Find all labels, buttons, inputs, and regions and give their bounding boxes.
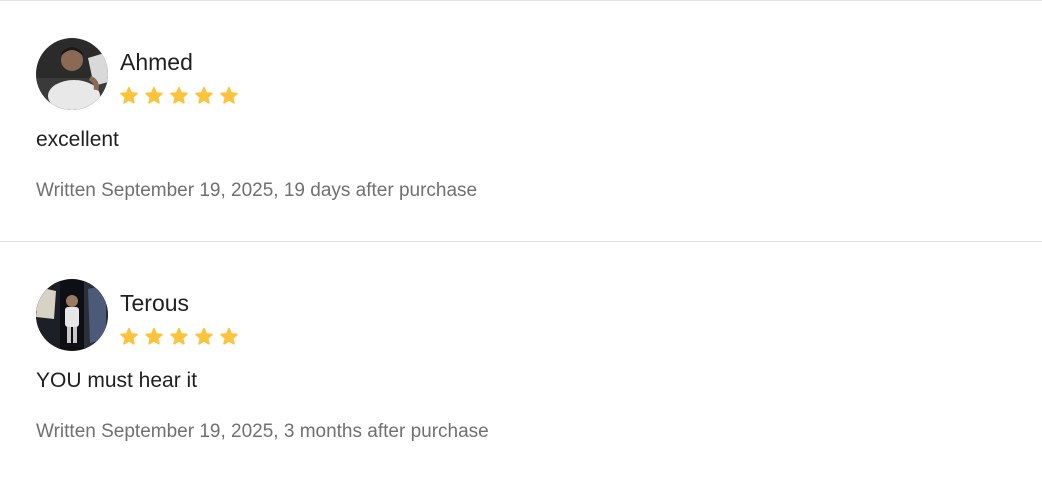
reviewer-name[interactable]: Ahmed: [120, 48, 193, 76]
review-card: Ahmed excellent Written September 19, 20…: [0, 1, 1042, 241]
avatar[interactable]: [36, 279, 108, 351]
reviewer-name[interactable]: Terous: [120, 289, 189, 317]
avatar[interactable]: [36, 38, 108, 110]
star-icon: [169, 327, 189, 347]
star-icon: [119, 86, 139, 106]
star-rating: [119, 86, 239, 106]
review-text: excellent: [36, 128, 119, 151]
star-icon: [169, 86, 189, 106]
review-text: YOU must hear it: [36, 369, 198, 392]
star-icon: [144, 86, 164, 106]
star-icon: [194, 327, 214, 347]
review-meta: Written September 19, 2025, 3 months aft…: [36, 421, 489, 442]
review-meta: Written September 19, 2025, 19 days afte…: [36, 180, 478, 201]
star-icon: [144, 327, 164, 347]
star-rating: [119, 327, 239, 347]
star-icon: [219, 86, 239, 106]
star-icon: [194, 86, 214, 106]
review-card: Terous YOU must hear it Written Septembe…: [0, 242, 1042, 482]
avatar-photo-icon: [36, 38, 108, 110]
avatar-photo-icon: [36, 279, 108, 351]
star-icon: [119, 327, 139, 347]
star-icon: [219, 327, 239, 347]
